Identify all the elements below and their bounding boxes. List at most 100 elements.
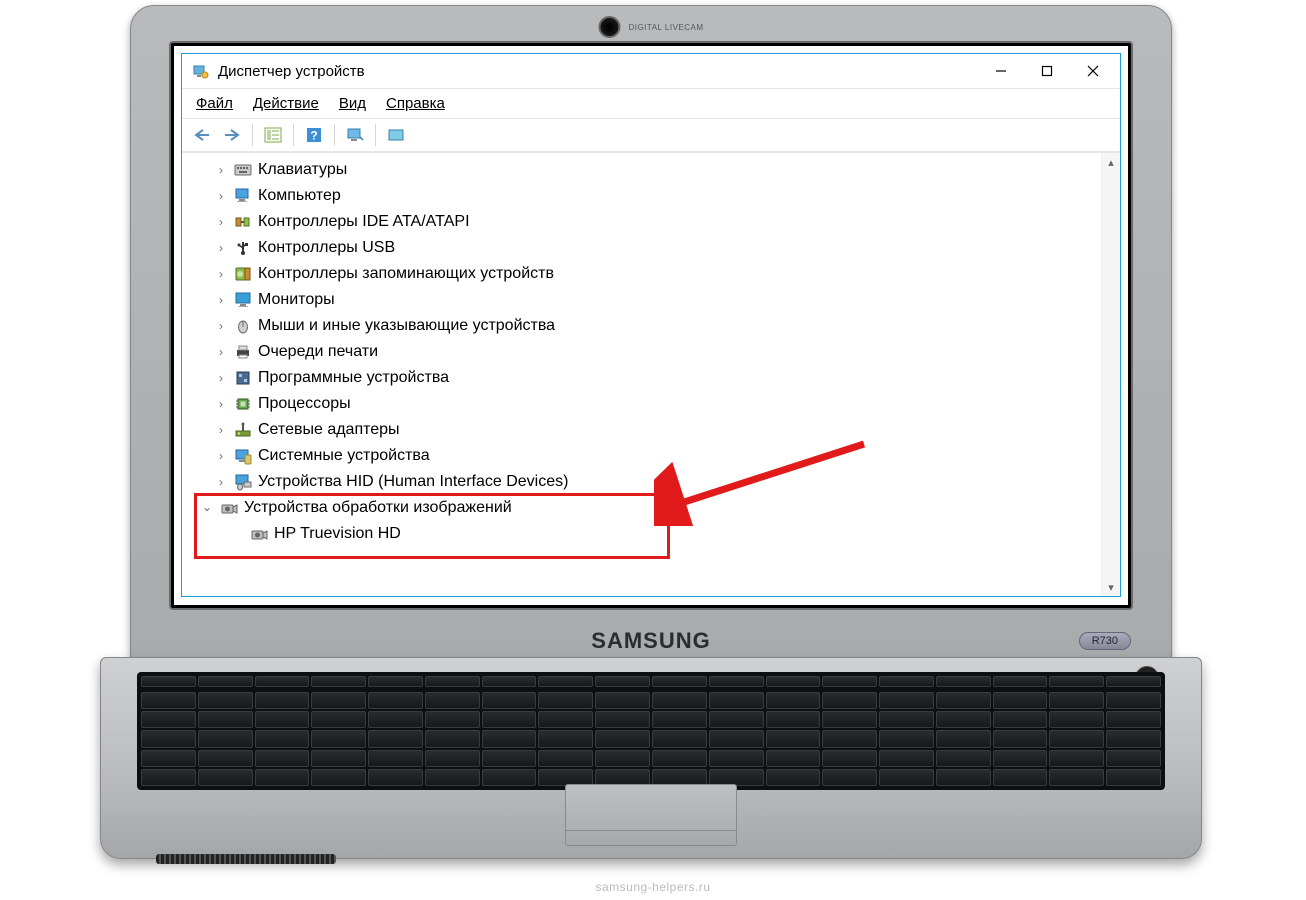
chevron-right-icon[interactable]: › bbox=[214, 345, 228, 359]
tree-item-label: Устройства HID (Human Interface Devices) bbox=[258, 473, 568, 491]
tree-item[interactable]: › Мыши и иные указывающие устройства bbox=[192, 313, 1096, 339]
scan-hardware-button[interactable] bbox=[341, 122, 369, 148]
chevron-right-icon[interactable]: › bbox=[214, 267, 228, 281]
printer-icon bbox=[234, 343, 252, 361]
vertical-scrollbar[interactable]: ▴ ▾ bbox=[1101, 153, 1120, 596]
tree-item-label: Устройства обработки изображений bbox=[244, 499, 512, 517]
scroll-up-icon[interactable]: ▴ bbox=[1102, 153, 1120, 171]
toolbar-separator bbox=[252, 124, 253, 146]
tree-item[interactable]: › Клавиатуры bbox=[192, 157, 1096, 183]
menubar: Файл Действие Вид Справка bbox=[182, 89, 1120, 119]
tree-item-label: Клавиатуры bbox=[258, 161, 347, 179]
tree-item-expanded[interactable]: ⌄ Устройства обработки изображений bbox=[192, 495, 1096, 521]
laptop-screen: Диспетчер устройств Файл Действие Вид Сп… bbox=[174, 46, 1128, 605]
laptop-brand: SAMSUNG bbox=[591, 628, 710, 654]
chevron-right-icon[interactable]: › bbox=[214, 475, 228, 489]
titlebar[interactable]: Диспетчер устройств bbox=[182, 54, 1120, 89]
tree-item-label: Контроллеры запоминающих устройств bbox=[258, 265, 554, 283]
tree-item-label: Мониторы bbox=[258, 291, 335, 309]
keyboard-row bbox=[141, 730, 1161, 747]
chevron-right-icon[interactable]: › bbox=[214, 189, 228, 203]
tree-item-label: Очереди печати bbox=[258, 343, 378, 361]
toolbar-separator bbox=[293, 124, 294, 146]
tree-item-label: Компьютер bbox=[258, 187, 341, 205]
maximize-button[interactable] bbox=[1024, 56, 1070, 86]
device-tree[interactable]: › Клавиатуры › Компьютер › Контроллеры I… bbox=[192, 157, 1096, 592]
tree-child-item[interactable]: HP Truevision HD bbox=[192, 521, 1096, 547]
tree-item[interactable]: › Контроллеры IDE ATA/ATAPI bbox=[192, 209, 1096, 235]
tree-container: › Клавиатуры › Компьютер › Контроллеры I… bbox=[182, 152, 1120, 596]
menu-help[interactable]: Справка bbox=[384, 93, 447, 114]
tree-item[interactable]: › Программные устройства bbox=[192, 365, 1096, 391]
cpu-icon bbox=[234, 395, 252, 413]
scroll-down-icon[interactable]: ▾ bbox=[1102, 578, 1120, 596]
tree-item[interactable]: › Сетевые адаптеры bbox=[192, 417, 1096, 443]
app-icon bbox=[192, 62, 210, 80]
hid-icon bbox=[234, 473, 252, 491]
back-button[interactable] bbox=[188, 122, 216, 148]
laptop-bezel: DIGITAL LIVECAM Диспетчер устройств bbox=[130, 5, 1172, 667]
close-button[interactable] bbox=[1070, 56, 1116, 86]
network-icon bbox=[234, 421, 252, 439]
chevron-right-icon[interactable]: › bbox=[214, 449, 228, 463]
chevron-right-icon[interactable]: › bbox=[214, 293, 228, 307]
menu-file[interactable]: Файл bbox=[194, 93, 235, 114]
menu-view[interactable]: Вид bbox=[337, 93, 368, 114]
tree-item[interactable]: › Мониторы bbox=[192, 287, 1096, 313]
vents-icon bbox=[156, 854, 336, 864]
svg-text:?: ? bbox=[310, 129, 317, 143]
monitor-icon bbox=[234, 291, 252, 309]
show-hide-tree-button[interactable] bbox=[259, 122, 287, 148]
camera-icon bbox=[250, 525, 268, 543]
tree-item-label: HP Truevision HD bbox=[274, 525, 401, 543]
chevron-right-icon[interactable]: › bbox=[214, 423, 228, 437]
watermark: samsung-helpers.ru bbox=[595, 880, 710, 894]
tree-item-label: Контроллеры IDE ATA/ATAPI bbox=[258, 213, 470, 231]
tree-item-label: Программные устройства bbox=[258, 369, 449, 387]
touchpad bbox=[565, 784, 737, 846]
tree-item-label: Мыши и иные указывающие устройства bbox=[258, 317, 555, 335]
minimize-button[interactable] bbox=[978, 56, 1024, 86]
tree-item[interactable]: › Системные устройства bbox=[192, 443, 1096, 469]
toolbar: ? bbox=[182, 119, 1120, 152]
keyboard-row bbox=[141, 692, 1161, 709]
chevron-right-icon[interactable]: › bbox=[214, 215, 228, 229]
laptop-frame: DIGITAL LIVECAM Диспетчер устройств bbox=[100, 0, 1200, 870]
tree-item[interactable]: › Контроллеры USB bbox=[192, 235, 1096, 261]
keyboard-row bbox=[141, 750, 1161, 767]
tree-item-label: Процессоры bbox=[258, 395, 351, 413]
chevron-right-icon[interactable]: › bbox=[214, 371, 228, 385]
tree-item[interactable]: › Очереди печати bbox=[192, 339, 1096, 365]
chevron-right-icon[interactable]: › bbox=[214, 397, 228, 411]
toolbar-separator bbox=[375, 124, 376, 146]
tree-item[interactable]: › Устройства HID (Human Interface Device… bbox=[192, 469, 1096, 495]
help-button[interactable]: ? bbox=[300, 122, 328, 148]
forward-button[interactable] bbox=[218, 122, 246, 148]
laptop-palmrest bbox=[100, 657, 1202, 859]
keyboard-row bbox=[141, 711, 1161, 728]
tree-item-label: Контроллеры USB bbox=[258, 239, 395, 257]
tree-item[interactable]: › Компьютер bbox=[192, 183, 1096, 209]
device-manager-window: Диспетчер устройств Файл Действие Вид Сп… bbox=[181, 53, 1121, 597]
software-icon bbox=[234, 369, 252, 387]
webcam-label: DIGITAL LIVECAM bbox=[628, 23, 703, 32]
tree-item-label: Системные устройства bbox=[258, 447, 430, 465]
chevron-right-icon[interactable]: › bbox=[214, 241, 228, 255]
laptop-model-badge: R730 bbox=[1079, 632, 1131, 650]
menu-action[interactable]: Действие bbox=[251, 93, 321, 114]
tree-item[interactable]: › Процессоры bbox=[192, 391, 1096, 417]
computer-icon bbox=[234, 187, 252, 205]
system-icon bbox=[234, 447, 252, 465]
chevron-right-icon[interactable]: › bbox=[214, 163, 228, 177]
chevron-down-icon[interactable]: ⌄ bbox=[200, 500, 214, 514]
keyboard-icon bbox=[234, 161, 252, 179]
usb-icon bbox=[234, 239, 252, 257]
camera-icon bbox=[220, 499, 238, 517]
window-title: Диспетчер устройств bbox=[218, 63, 978, 80]
storage-icon bbox=[234, 265, 252, 283]
webcam-lens-icon bbox=[598, 16, 620, 38]
show-hidden-devices-button[interactable] bbox=[382, 122, 410, 148]
tree-item[interactable]: › Контроллеры запоминающих устройств bbox=[192, 261, 1096, 287]
chevron-right-icon[interactable]: › bbox=[214, 319, 228, 333]
keyboard-fn-row bbox=[141, 676, 1161, 690]
